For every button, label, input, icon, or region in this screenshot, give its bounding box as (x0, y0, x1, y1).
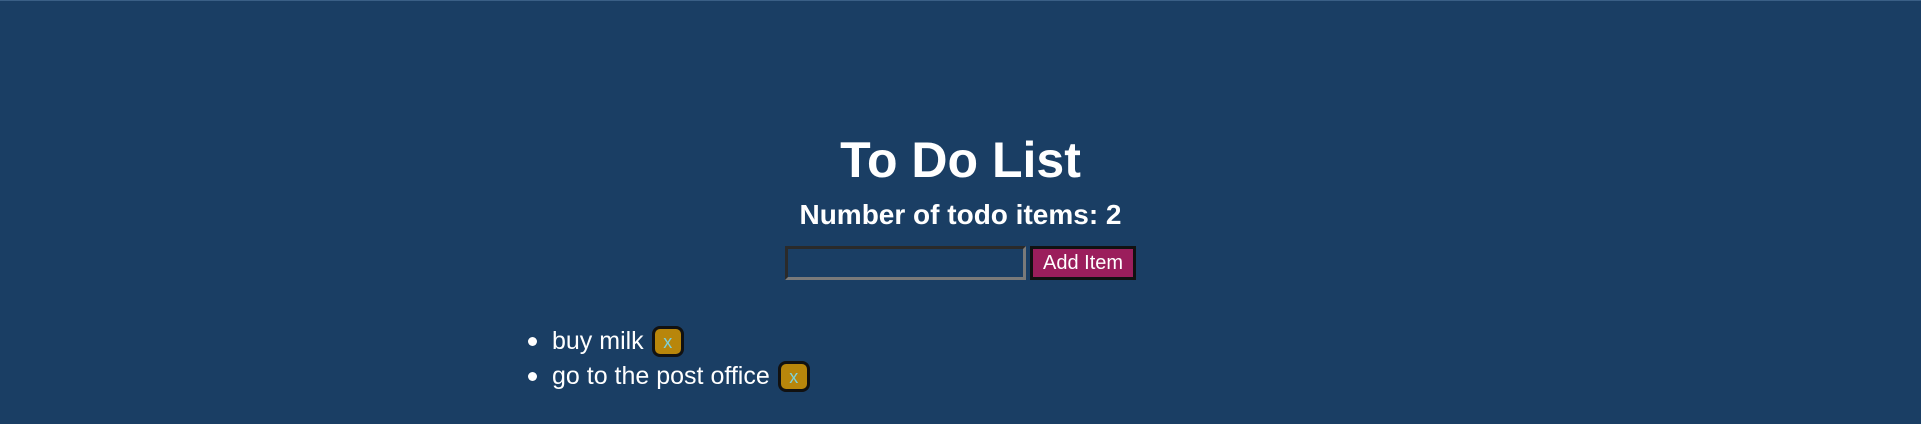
todo-item: buy milk x (528, 324, 810, 359)
todo-input[interactable] (785, 246, 1026, 280)
page-title: To Do List (840, 132, 1081, 188)
top-border-line (0, 0, 1921, 1)
todo-count: Number of todo items: 2 (799, 199, 1122, 230)
todo-item: go to the post office x (528, 359, 810, 394)
todo-item-text: buy milk (552, 327, 644, 355)
delete-item-button[interactable]: x (777, 361, 810, 392)
delete-item-button[interactable]: x (651, 326, 684, 357)
todo-item-text: go to the post office (552, 362, 770, 390)
add-item-form: Add Item (785, 246, 1137, 280)
bullet-icon (528, 372, 537, 381)
add-item-button[interactable]: Add Item (1030, 246, 1137, 280)
bullet-icon (528, 337, 537, 346)
todo-list: buy milk x go to the post office x (528, 324, 810, 394)
